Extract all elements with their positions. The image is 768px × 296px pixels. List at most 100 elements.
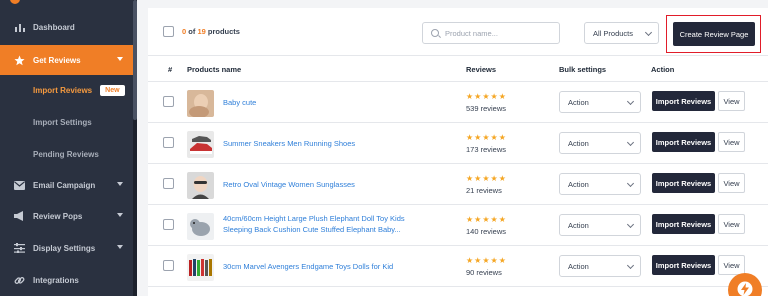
- sidebar-subitem-import-reviews[interactable]: Import Reviews New: [0, 75, 133, 105]
- sidebar-item-email-campaign[interactable]: Email Campaign: [0, 170, 133, 200]
- product-thumbnail: [187, 131, 214, 158]
- table-row: 30cm Marvel Avengers Endgame Toys Dolls …: [148, 246, 768, 287]
- sliders-icon: [14, 243, 25, 254]
- bulk-action-select[interactable]: Action: [559, 255, 641, 277]
- sidebar-item-label: Dashboard: [33, 22, 75, 32]
- sidebar-subitem-pending-reviews[interactable]: Pending Reviews: [0, 139, 133, 169]
- review-count: 21 reviews: [466, 186, 502, 195]
- sidebar-item-review-pops[interactable]: Review Pops: [0, 201, 133, 231]
- star-rating: ★★★★★: [466, 256, 507, 265]
- search-icon: [431, 29, 439, 37]
- col-action: Action: [651, 65, 675, 74]
- bulk-action-value: Action: [568, 138, 589, 148]
- import-reviews-button[interactable]: Import Reviews: [652, 91, 715, 111]
- filter-value: All Products: [593, 28, 634, 38]
- chevron-down-icon: [626, 138, 635, 147]
- table-header: # Products name Reviews Bulk settings Ac…: [148, 56, 768, 82]
- chevron-down-icon: [117, 213, 123, 217]
- star-rating: ★★★★★: [466, 215, 507, 224]
- table-row: 40cm/60cm Height Large Plush Elephant Do…: [148, 205, 768, 246]
- main-panel: 0 of 19 products All Products Create Rev…: [148, 0, 768, 296]
- star-rating: ★★★★★: [466, 174, 507, 183]
- create-review-page-button[interactable]: Create Review Page: [673, 22, 755, 46]
- row-checkbox[interactable]: [163, 137, 174, 148]
- lightning-chat-icon: [737, 281, 753, 296]
- scrollbar-thumb[interactable]: [133, 0, 137, 120]
- chevron-down-icon: [117, 245, 123, 249]
- count-suffix: products: [207, 27, 240, 36]
- toolbar: 0 of 19 products All Products Create Rev…: [148, 8, 768, 56]
- chevron-down-icon: [626, 261, 635, 270]
- table-row: Summer Sneakers Men Running Shoes ★★★★★ …: [148, 123, 768, 164]
- import-reviews-button[interactable]: Import Reviews: [652, 173, 715, 193]
- sidebar-item-label: Integrations: [33, 275, 79, 285]
- product-name-link[interactable]: Summer Sneakers Men Running Shoes: [223, 138, 355, 149]
- row-checkbox[interactable]: [163, 260, 174, 271]
- sidebar-scrollbar[interactable]: [133, 0, 137, 296]
- col-index: #: [168, 65, 173, 74]
- bulk-action-value: Action: [568, 179, 589, 189]
- star-rating: ★★★★★: [466, 133, 507, 142]
- top-spacer: [148, 0, 768, 8]
- bulk-action-select[interactable]: Action: [559, 214, 641, 236]
- product-name-line-2: Sleeping Back Cushion Cute Stuffed Eleph…: [223, 225, 401, 234]
- col-reviews: Reviews: [466, 65, 497, 74]
- sidebar-item-label: Display Settings: [33, 243, 96, 253]
- chevron-down-icon: [117, 182, 123, 186]
- sidebar-subitem-label: Import Reviews: [33, 85, 93, 95]
- sidebar-item-label: Review Pops: [33, 211, 83, 221]
- megaphone-icon: [14, 211, 25, 222]
- sidebar-subitem-label: Pending Reviews: [33, 149, 99, 159]
- product-name-link[interactable]: 40cm/60cm Height Large Plush Elephant Do…: [223, 213, 405, 235]
- chevron-down-icon: [117, 57, 123, 61]
- row-checkbox[interactable]: [163, 178, 174, 189]
- review-count: 173 reviews: [466, 145, 507, 154]
- row-checkbox[interactable]: [163, 96, 174, 107]
- product-search: [422, 22, 560, 44]
- view-button[interactable]: View: [718, 255, 745, 275]
- product-name-line-1: 40cm/60cm Height Large Plush Elephant Do…: [223, 214, 405, 223]
- product-name-link[interactable]: Baby cute: [223, 97, 256, 108]
- chevron-down-icon: [626, 97, 635, 106]
- sidebar-item-integrations[interactable]: Integrations: [0, 265, 133, 295]
- selected-count: 0 of 19 products: [182, 27, 240, 36]
- view-button[interactable]: View: [718, 173, 745, 193]
- bulk-action-select[interactable]: Action: [559, 132, 641, 154]
- review-count: 539 reviews: [466, 104, 507, 113]
- sidebar-subitem-import-settings[interactable]: Import Settings: [0, 107, 133, 137]
- table-row: Retro Oval Vintage Women Sunglasses ★★★★…: [148, 164, 768, 205]
- view-button[interactable]: View: [718, 91, 745, 111]
- product-name-link[interactable]: 30cm Marvel Avengers Endgame Toys Dolls …: [223, 261, 393, 272]
- bar-chart-icon: [14, 22, 25, 33]
- chevron-down-icon: [626, 220, 635, 229]
- row-checkbox[interactable]: [163, 219, 174, 230]
- sidebar-item-get-reviews[interactable]: Get Reviews: [0, 45, 133, 75]
- selected-number: 0: [182, 27, 187, 36]
- product-filter-select[interactable]: All Products: [584, 22, 659, 44]
- bulk-action-select[interactable]: Action: [559, 173, 641, 195]
- import-reviews-button[interactable]: Import Reviews: [652, 255, 715, 275]
- chevron-down-icon: [644, 28, 653, 37]
- bulk-action-value: Action: [568, 261, 589, 271]
- product-thumbnail: [187, 172, 214, 199]
- import-reviews-button[interactable]: Import Reviews: [652, 214, 715, 234]
- product-name-link[interactable]: Retro Oval Vintage Women Sunglasses: [223, 179, 355, 190]
- sidebar-item-label: Get Reviews: [33, 55, 81, 65]
- sidebar-item-dashboard[interactable]: Dashboard: [0, 12, 133, 42]
- col-bulk-settings: Bulk settings: [559, 65, 607, 74]
- star-rating: ★★★★★: [466, 92, 507, 101]
- select-all-checkbox[interactable]: [163, 26, 174, 37]
- email-icon: [14, 180, 25, 191]
- bulk-action-select[interactable]: Action: [559, 91, 641, 113]
- product-thumbnail: [187, 254, 214, 281]
- sidebar-subitem-label: Import Settings: [33, 117, 92, 127]
- sidebar: Dashboard Get Reviews Import Reviews New…: [0, 0, 137, 296]
- import-reviews-button[interactable]: Import Reviews: [652, 132, 715, 152]
- sidebar-item-display-settings[interactable]: Display Settings: [0, 233, 133, 263]
- col-product-name: Products name: [187, 65, 242, 74]
- view-button[interactable]: View: [718, 132, 745, 152]
- star-icon: [14, 55, 25, 66]
- view-button[interactable]: View: [718, 214, 745, 234]
- search-input[interactable]: [445, 26, 555, 40]
- logo: [10, 0, 20, 4]
